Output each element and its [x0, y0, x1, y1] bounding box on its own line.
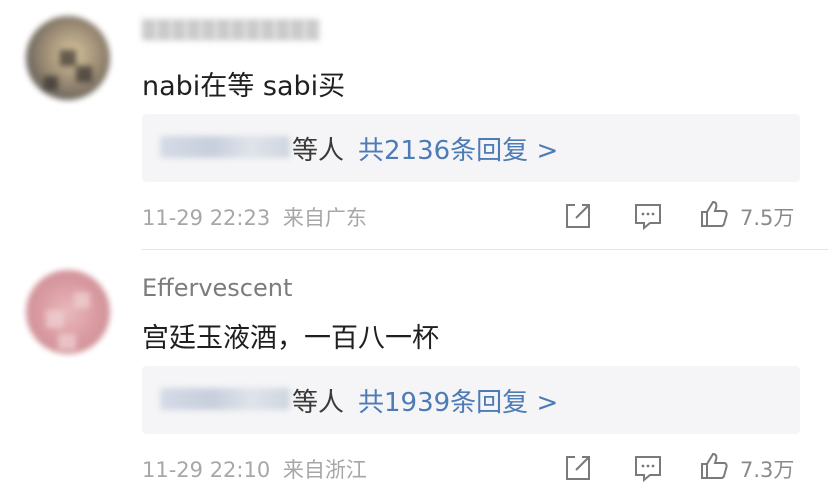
replies-who: 等人 — [292, 136, 345, 166]
comment-text: 宫廷玉液酒，一百八一杯 — [142, 323, 439, 354]
comment-item: ▒▒▒▒▒▒▒▒▒▒▒▒ nabi在等 sabi买 等人 共2136条回复 > 1… — [0, 0, 828, 250]
comment-location: 来自浙江 — [282, 458, 367, 482]
comment-icon[interactable] — [632, 200, 664, 232]
reply-users-blurred — [160, 136, 290, 158]
replies-count-link[interactable]: 共1939条回复 > — [358, 388, 558, 418]
comment-location: 来自广东 — [282, 206, 367, 230]
username[interactable]: ▒▒▒▒▒▒▒▒▒▒▒▒ — [142, 20, 320, 41]
replies-preview[interactable]: 等人 共2136条回复 > — [142, 114, 800, 182]
avatar[interactable] — [26, 16, 110, 100]
comment-date: 11-29 22:10 — [142, 458, 271, 482]
like-count: 7.5万 — [740, 206, 795, 230]
replies-count-link[interactable]: 共2136条回复 > — [358, 136, 558, 166]
reply-users-blurred — [160, 388, 290, 410]
share-icon[interactable] — [562, 200, 594, 232]
share-icon[interactable] — [562, 452, 594, 484]
comment-meta: 11-29 22:10 来自浙江 — [142, 454, 367, 484]
replies-who: 等人 — [292, 388, 345, 418]
comment-item: Effervescent 宫廷玉液酒，一百八一杯 等人 共1939条回复 > 11… — [0, 250, 828, 495]
avatar[interactable] — [26, 270, 110, 354]
comment-meta: 11-29 22:23 来自广东 — [142, 202, 367, 232]
username[interactable]: Effervescent — [142, 274, 292, 302]
like-icon[interactable] — [698, 198, 730, 230]
comment-icon[interactable] — [632, 452, 664, 484]
like-count: 7.3万 — [740, 458, 795, 482]
comment-text: nabi在等 sabi买 — [142, 71, 346, 102]
replies-preview[interactable]: 等人 共1939条回复 > — [142, 366, 800, 434]
comment-date: 11-29 22:23 — [142, 206, 271, 230]
like-icon[interactable] — [698, 450, 730, 482]
